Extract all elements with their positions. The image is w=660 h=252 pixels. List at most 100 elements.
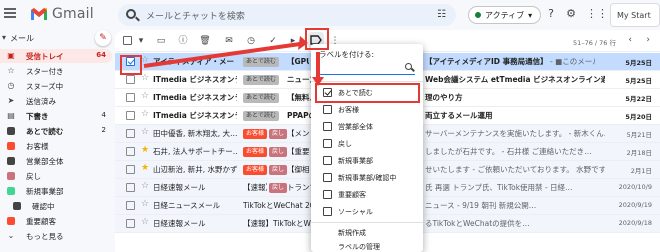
spam-icon[interactable]: ⓘ (177, 35, 189, 47)
snooze-icon[interactable]: ◷ (245, 35, 257, 47)
sidebar-item-label: 戻し (26, 172, 41, 181)
email-tag[interactable]: あとで読む (243, 75, 279, 85)
sender-text: 石井, 法人サポートチー… (153, 147, 237, 156)
tune-icon[interactable]: ☷ (437, 9, 446, 20)
star-icon[interactable]: ☆ (141, 55, 149, 65)
label-option[interactable]: 営業部全体 (311, 118, 423, 135)
email-subject: ニュース (287, 75, 311, 84)
email-subject: 【GPU】 (287, 57, 309, 66)
sidebar-item-read-later[interactable]: あとで読む 2 (0, 124, 112, 138)
star-icon[interactable]: ☆ (141, 109, 149, 119)
sidebar: ▾ メール ✎ ▣ 受信トレイ 64 ☆ スター付き ◷ スヌーズ中 ➤ 送信済… (0, 30, 115, 252)
label-checkbox[interactable] (323, 207, 332, 216)
gear-icon[interactable]: ⚙ (564, 7, 578, 21)
label-checkbox[interactable] (323, 139, 332, 148)
email-tag[interactable]: あとで読む (243, 57, 279, 67)
label-option-text: 新規事業部/確認中 (338, 174, 397, 182)
mark-read-icon[interactable]: ✉ (223, 35, 235, 47)
email-tag[interactable]: あとで読む (243, 111, 279, 121)
label-checkbox[interactable] (323, 156, 332, 165)
compose-button[interactable]: ✎ (95, 30, 111, 46)
sidebar-item-confirming[interactable]: 確認中 (0, 199, 112, 213)
row-checkbox[interactable] (126, 111, 135, 120)
row-checkbox[interactable] (126, 183, 135, 192)
label-option[interactable]: 戻し (311, 135, 423, 152)
row-checkbox[interactable] (126, 165, 135, 174)
sidebar-item-sent[interactable]: ➤ 送信済み (0, 94, 112, 108)
star-icon[interactable]: ★ (141, 145, 149, 155)
email-tag[interactable]: お客様 (243, 147, 268, 157)
email-tag[interactable]: 戻し (269, 165, 288, 175)
row-checkbox[interactable] (126, 201, 135, 210)
manage-labels-action[interactable]: ラベルの管理 (338, 242, 380, 252)
label-checkbox[interactable] (323, 190, 332, 199)
email-tag[interactable]: 戻し (269, 129, 288, 139)
email-sender: ITmedia ビジネスオンラ… (153, 93, 237, 102)
sidebar-item-key-clients[interactable]: 重要顧客 (0, 214, 112, 228)
label-option[interactable]: お客様 (311, 101, 423, 118)
sidebar-item-returned[interactable]: 戻し (0, 169, 112, 183)
star-icon[interactable]: ☆ (141, 199, 149, 209)
row-checkbox[interactable] (126, 129, 135, 138)
next-page-icon[interactable]: › (646, 35, 650, 45)
star-icon[interactable]: ☆ (141, 217, 149, 227)
sidebar-item-inbox[interactable]: ▣ 受信トレイ 64 (0, 49, 112, 63)
row-checkbox[interactable] (126, 93, 135, 102)
help-icon[interactable]: ? (544, 7, 558, 21)
email-tag[interactable]: 戻し (269, 147, 288, 157)
sidebar-item-new-business[interactable]: 新規事業部 (0, 184, 112, 198)
archive-icon[interactable]: ▭ (155, 35, 167, 47)
search-input[interactable]: メールとチャットを検索 (146, 9, 245, 22)
search-icon[interactable] (126, 9, 136, 19)
email-tag[interactable]: お客様 (243, 165, 268, 175)
email-tag[interactable]: 戻し (269, 183, 288, 193)
move-to-icon[interactable]: ▸ (287, 35, 299, 47)
status-selector[interactable]: アクティブ ▾ (468, 6, 542, 24)
sender-text: 山辺新治, 新井, 水野かず… (153, 165, 237, 174)
sidebar-item-snoozed[interactable]: ◷ スヌーズ中 (0, 79, 112, 93)
pencil-icon: ✎ (99, 33, 107, 43)
sidebar-item-starred[interactable]: ☆ スター付き (0, 64, 112, 78)
label-search-input[interactable] (319, 62, 415, 75)
star-icon: ☆ (7, 66, 15, 75)
label-option[interactable]: ソーシャル (311, 203, 423, 220)
star-icon[interactable]: ☆ (141, 73, 149, 83)
label-checkbox[interactable] (323, 105, 332, 114)
email-tag[interactable]: お客様 (243, 129, 268, 139)
email-subject-cont: 理のやり方 (425, 93, 463, 102)
sidebar-item-label: スター付き (26, 67, 64, 76)
label-option[interactable]: 重要顧客 (311, 186, 423, 203)
sidebar-item-label: もっと見る (26, 232, 64, 241)
label-menu-title: ラベルを付ける: (319, 50, 375, 59)
apps-grid-icon[interactable]: ⋮⋮ (586, 7, 608, 21)
sidebar-item-drafts[interactable]: ▤ 下書き 4 (0, 109, 112, 123)
search-bar[interactable]: メールとチャットを検索 ☷ (118, 4, 456, 26)
row-checkbox[interactable] (126, 75, 135, 84)
label-option-text: 戻し (338, 140, 352, 148)
menu-icon[interactable] (4, 8, 16, 18)
email-subject-cont: 両立するメール運用 (425, 111, 493, 120)
select-dropdown-icon[interactable]: ▾ (135, 35, 147, 47)
label-option[interactable]: 新規事業部/確認中 (311, 169, 423, 186)
email-subject-cont: 氏 再選 トランプ氏、TikTok使用禁 - 日経… (425, 183, 573, 192)
star-icon[interactable]: ☆ (141, 91, 149, 101)
row-checkbox[interactable] (126, 147, 135, 156)
label-checkbox[interactable] (323, 173, 332, 182)
label-checkbox[interactable] (323, 122, 332, 131)
label-option[interactable]: 新規事業部 (311, 152, 423, 169)
row-checkbox[interactable] (126, 219, 135, 228)
star-icon[interactable]: ☆ (141, 181, 149, 191)
star-icon[interactable]: ☆ (141, 127, 149, 137)
select-all-checkbox[interactable] (123, 36, 132, 45)
star-icon[interactable]: ★ (141, 163, 149, 173)
account-chip[interactable]: My Start (610, 3, 660, 27)
sidebar-item-customers[interactable]: お客様 (0, 139, 112, 153)
sidebar-item-more[interactable]: ⌄ もっと見る (0, 229, 112, 243)
add-task-icon[interactable]: ✓ (267, 35, 279, 47)
trash-icon[interactable]: 🗑 (199, 35, 211, 47)
prev-page-icon[interactable]: ‹ (628, 35, 632, 45)
create-label-action[interactable]: 新規作成 (338, 228, 366, 238)
email-tag[interactable]: あとで読む (243, 93, 279, 103)
label-icon (6, 126, 16, 136)
sidebar-item-sales[interactable]: 営業部全体 (0, 154, 112, 168)
